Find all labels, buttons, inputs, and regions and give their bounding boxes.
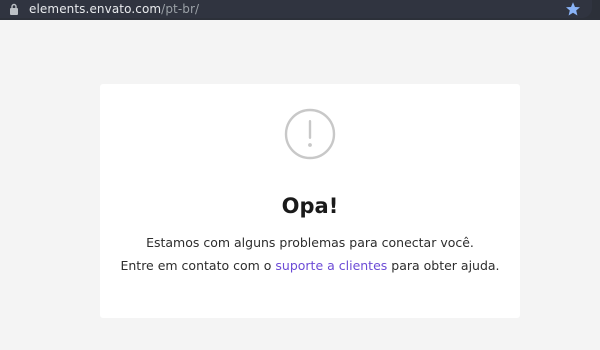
message-text-before-link: Entre em contato com o — [120, 258, 276, 273]
url-path: /pt-br/ — [161, 2, 200, 16]
lock-icon[interactable] — [9, 3, 19, 15]
exclamation-circle-icon — [284, 108, 336, 160]
error-message-line-1: Estamos com alguns problemas para conect… — [146, 235, 474, 250]
error-message-line-2: Entre em contato com o suporte a cliente… — [100, 255, 520, 277]
customer-support-link[interactable]: suporte a clientes — [275, 258, 387, 273]
url-host: elements.envato.com — [29, 2, 162, 16]
star-icon[interactable] — [565, 1, 581, 17]
error-card: Opa! Estamos com alguns problemas para c… — [100, 84, 520, 318]
error-title: Opa! — [281, 194, 339, 218]
address-bar[interactable]: elements.envato.com/pt-br/ — [0, 0, 592, 18]
url-text[interactable]: elements.envato.com/pt-br/ — [29, 1, 199, 17]
browser-toolbar: elements.envato.com/pt-br/ — [0, 0, 600, 20]
message-text-after-link: para obter ajuda. — [387, 258, 500, 273]
